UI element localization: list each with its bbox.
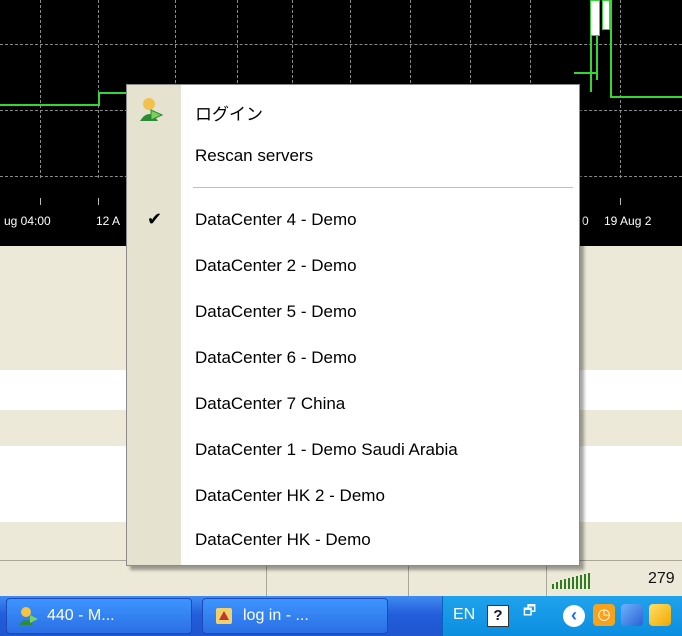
price-line xyxy=(0,104,100,106)
taskbar-button-terminal[interactable]: 440 - M... xyxy=(6,598,192,634)
time-tick xyxy=(40,198,41,205)
menu-item-label: Rescan servers xyxy=(195,146,314,165)
menu-item-rescan-servers[interactable]: Rescan servers xyxy=(127,133,579,179)
menu-item-label: DataCenter HK - Demo xyxy=(195,530,371,549)
price-line xyxy=(610,0,612,98)
tool-icon xyxy=(213,605,235,627)
price-candle xyxy=(602,0,610,30)
time-tick xyxy=(98,198,99,205)
menu-separator xyxy=(193,187,573,188)
status-divider xyxy=(408,561,409,597)
user-icon xyxy=(17,605,39,627)
price-line xyxy=(610,96,682,98)
restore-icon[interactable]: 🗗 xyxy=(523,600,536,624)
chart-gridline xyxy=(40,0,41,178)
clock-icon[interactable]: ◷ xyxy=(593,604,615,626)
menu-item-label: ログイン xyxy=(195,105,263,124)
menu-item-label: DataCenter 2 - Demo xyxy=(195,256,357,275)
chart-gridline xyxy=(98,0,99,178)
taskbar-button-label: log in - ... xyxy=(243,607,309,624)
menu-item-label: DataCenter 4 - Demo xyxy=(195,210,357,229)
menu-item-datacenter-7-china[interactable]: DataCenter 7 China xyxy=(127,381,579,427)
menu-item-datacenter-4-demo[interactable]: ✔ DataCenter 4 - Demo xyxy=(127,197,579,243)
network-icon[interactable] xyxy=(621,604,643,626)
system-tray: EN ? 🗗 ‹ ◷ xyxy=(442,596,682,636)
windows-taskbar: 440 - M... log in - ... EN ? 🗗 ‹ ◷ xyxy=(0,596,682,636)
status-divider xyxy=(266,561,267,597)
price-line xyxy=(574,72,598,74)
taskbar-button-login[interactable]: log in - ... xyxy=(202,598,388,634)
menu-item-label: DataCenter 6 - Demo xyxy=(195,348,357,367)
help-icon[interactable]: ? xyxy=(487,605,509,627)
taskbar-button-label: 440 - M... xyxy=(47,607,115,624)
menu-item-datacenter-6-demo[interactable]: DataCenter 6 - Demo xyxy=(127,335,579,381)
menu-item-datacenter-1-saudi-arabia[interactable]: DataCenter 1 - Demo Saudi Arabia xyxy=(127,427,579,473)
price-candle xyxy=(590,0,600,36)
time-tick xyxy=(620,198,621,205)
time-axis-label: 19 Aug 2 xyxy=(604,214,652,228)
menu-item-datacenter-hk-2-demo[interactable]: DataCenter HK 2 - Demo xyxy=(127,473,579,519)
signal-bars-icon[interactable] xyxy=(552,573,596,589)
server-context-menu: ログイン Rescan servers ✔ DataCenter 4 - Dem… xyxy=(126,84,580,566)
menu-item-label: DataCenter 1 - Demo Saudi Arabia xyxy=(195,440,458,459)
chart-gridline xyxy=(620,0,621,178)
menu-item-datacenter-2-demo[interactable]: DataCenter 2 - Demo xyxy=(127,243,579,289)
checkmark-icon: ✔ xyxy=(147,209,163,229)
chart-gridline xyxy=(0,44,682,45)
login-user-icon xyxy=(139,97,164,123)
time-axis-label: ug 04:00 xyxy=(4,214,51,228)
price-line xyxy=(98,92,100,106)
menu-item-login[interactable]: ログイン xyxy=(127,87,579,133)
app-tray-icon[interactable] xyxy=(649,604,671,626)
time-axis-label: 0 xyxy=(582,214,589,228)
traffic-text: 279 xyxy=(648,570,675,587)
time-axis-label: 12 A xyxy=(96,214,121,228)
chevron-left-icon[interactable]: ‹ xyxy=(563,605,585,627)
menu-item-datacenter-5-demo[interactable]: DataCenter 5 - Demo xyxy=(127,289,579,335)
status-divider xyxy=(546,561,547,597)
language-indicator[interactable]: EN xyxy=(453,606,475,624)
menu-item-label: DataCenter HK 2 - Demo xyxy=(195,486,385,505)
menu-item-label: DataCenter 7 China xyxy=(195,394,346,413)
menu-item-datacenter-hk-demo[interactable]: DataCenter HK - Demo xyxy=(127,517,579,563)
menu-item-label: DataCenter 5 - Demo xyxy=(195,302,357,321)
